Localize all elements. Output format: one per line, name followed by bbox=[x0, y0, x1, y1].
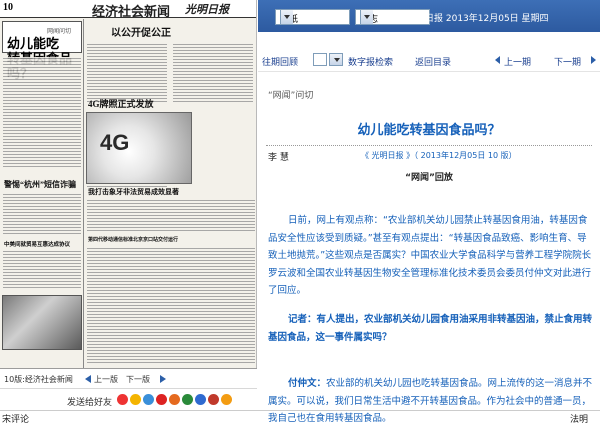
edition-date: 光明日报 2013年12月05日 星期四 bbox=[407, 14, 549, 24]
issue-page-select[interactable] bbox=[313, 53, 327, 66]
newspaper-lead-headline-line1: 幼儿能吃 bbox=[7, 36, 60, 51]
newspaper-text-block bbox=[3, 193, 81, 235]
next-issue-link[interactable]: 下一期 bbox=[554, 55, 581, 68]
chevron-down-icon[interactable] bbox=[280, 10, 293, 24]
share-label: 发送给好友 bbox=[67, 398, 113, 408]
back-issues-link[interactable]: 往期回顾 bbox=[262, 55, 298, 68]
newspaper-headline-4: 警惕“杭州”短信诈骗 bbox=[4, 180, 76, 189]
article-panel: “网闻”问切 幼儿能吃转基因食品吗？ 李 慧 《 光明日报 》（ 2013年12… bbox=[258, 72, 600, 424]
next-page-link[interactable]: 下一版 bbox=[126, 374, 150, 385]
prev-issue-link[interactable]: 上一期 bbox=[504, 55, 531, 68]
next-issue-arrow-icon[interactable] bbox=[591, 56, 596, 64]
reporter-question: 有人提出，农业部机关幼儿园食用油采用非转基因油，禁止食用转基因食品，这一事件属实… bbox=[268, 314, 593, 343]
bottom-left-text: 宋评论 bbox=[2, 415, 30, 424]
newspaper-photo bbox=[2, 295, 82, 350]
prev-issue-arrow-icon[interactable] bbox=[495, 56, 500, 64]
kaixin-icon[interactable] bbox=[169, 394, 180, 405]
baidu-icon[interactable] bbox=[195, 394, 206, 405]
newspaper-section-title: 经济社会新闻 bbox=[92, 4, 171, 19]
next-page-arrow-icon[interactable] bbox=[160, 375, 166, 383]
newspaper-page-number: 10 bbox=[3, 2, 13, 13]
share-bar: 发送给好友 bbox=[0, 388, 257, 410]
newspaper-masthead: 光明日报 bbox=[185, 4, 229, 16]
newspaper-page-thumbnail[interactable]: 10 经济社会新闻 光明日报 网闻问切 幼儿能吃 转基因食品吗？ 警惕“杭州”短… bbox=[0, 0, 257, 368]
page-navigation-bar: 10版:经济社会新闻 上一版 下一版 bbox=[0, 368, 257, 388]
newspaper-text-block bbox=[3, 57, 81, 169]
newspaper-header: 10 经济社会新闻 光明日报 bbox=[0, 0, 256, 19]
chevron-down-icon[interactable] bbox=[329, 53, 343, 66]
newspaper-left-column: 网闻问切 幼儿能吃 转基因食品吗？ 警惕“杭州”短信诈骗 中美间就贸易互惠达成协… bbox=[0, 19, 84, 368]
douban-icon[interactable] bbox=[182, 394, 193, 405]
newspaper-text-block bbox=[3, 250, 81, 290]
issue-toolbar: 往期回顾 数字报检索 返回目录 上一期 下一期 bbox=[258, 50, 600, 72]
newspaper-lead-story-box[interactable]: 网闻问切 幼儿能吃 转基因食品吗？ bbox=[2, 21, 82, 81]
newspaper-headline-1: 以公开促公正 bbox=[111, 28, 171, 39]
article-paragraph-1: 日前，网上有观点称：“农业部机关幼儿园禁止转基因食用油，转基因食品安全性应该受到… bbox=[268, 215, 592, 296]
prev-page-arrow-icon[interactable] bbox=[85, 375, 91, 383]
chevron-down-icon[interactable] bbox=[360, 10, 373, 24]
prev-page-link[interactable]: 上一版 bbox=[94, 374, 118, 385]
plus-icon[interactable] bbox=[221, 394, 232, 405]
renren-icon[interactable] bbox=[156, 394, 167, 405]
newspaper-column-tag: 网闻问切 bbox=[47, 29, 72, 35]
top-bar: 报纸 杂志 光明日报 2013年12月05日 星期四 bbox=[258, 0, 600, 32]
interviewee-label: 付仲文： bbox=[288, 378, 327, 389]
page-root: 10 经济社会新闻 光明日报 网闻问切 幼儿能吃 转基因食品吗？ 警惕“杭州”短… bbox=[0, 0, 600, 424]
sina-weibo-icon[interactable] bbox=[117, 394, 128, 405]
newspaper-text-block bbox=[87, 43, 167, 103]
article-source: 《 光明日报 》（ 2013年12月05日 10 版） bbox=[361, 151, 517, 160]
netease-icon[interactable] bbox=[208, 394, 219, 405]
current-page-label: 10版:经济社会新闻 bbox=[4, 375, 73, 384]
newspaper-text-block bbox=[87, 247, 255, 365]
article-column-title: “网闻”回放 bbox=[405, 173, 453, 183]
article-paragraph-3: 付仲文：农业部的机关幼儿园也吃转基因食品。网上流传的这一消息并不属实。可以说，我… bbox=[268, 375, 594, 424]
qq-space-icon[interactable] bbox=[130, 394, 141, 405]
newspaper-headline-6: 第四代移动通信标准北京京口站交付运行 bbox=[88, 238, 179, 243]
divider bbox=[266, 145, 592, 146]
newspaper-4g-photo-label: 4G bbox=[100, 130, 130, 155]
article-paragraph-2: 记者：有人提出，农业部机关幼儿园食用油采用非转基因油，禁止食用转基因食品，这一事… bbox=[268, 311, 594, 346]
newspaper-text-block bbox=[87, 199, 255, 233]
reporter-label: 记者： bbox=[288, 314, 317, 325]
newspaper-headline-5: 中美间就贸易互惠达成协议 bbox=[4, 242, 71, 248]
newspaper-headline-2: 4G牌照正式发放 bbox=[88, 99, 154, 109]
tencent-weibo-icon[interactable] bbox=[143, 394, 154, 405]
newspaper-headline-3: 我打击象牙非法贸易成效显著 bbox=[88, 188, 179, 196]
back-to-contents-link[interactable]: 返回目录 bbox=[415, 55, 451, 68]
article-kicker: “网闻”问切 bbox=[268, 91, 314, 101]
article-title: 幼儿能吃转基因食品吗？ bbox=[357, 123, 501, 138]
publication-type-select[interactable]: 报纸 bbox=[275, 9, 350, 25]
newspaper-right-area: 以公开促公正 4G牌照正式发放 我打击象牙非法贸易成效显著 第四代移动通信标准北… bbox=[85, 19, 256, 368]
newspaper-text-block bbox=[173, 43, 253, 103]
search-link[interactable]: 数字报检索 bbox=[348, 55, 393, 68]
article-author: 李 慧 bbox=[268, 153, 289, 163]
